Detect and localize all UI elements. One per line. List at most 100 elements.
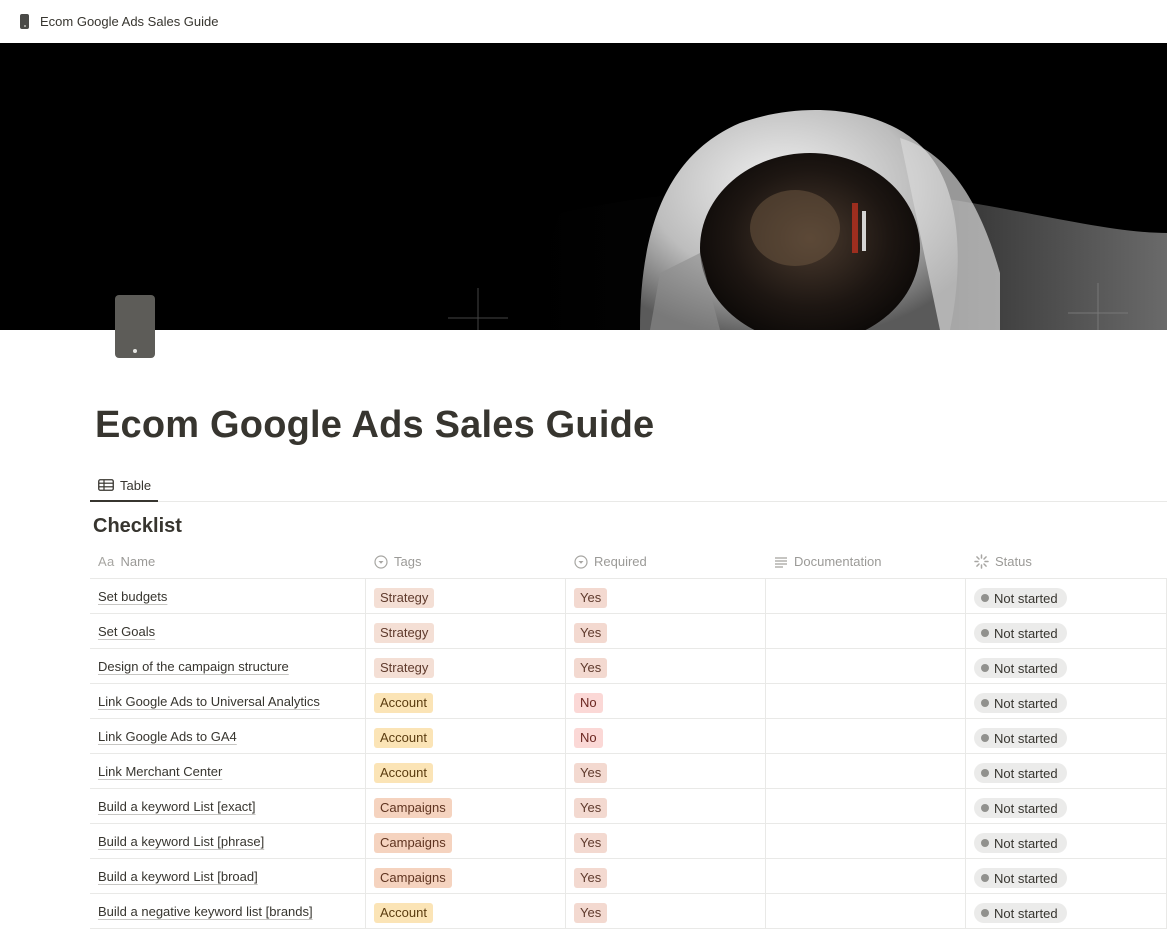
select-icon [574, 554, 588, 569]
cell-tags[interactable]: Account [366, 684, 566, 718]
cell-status[interactable]: Not started [966, 614, 1167, 648]
tag-pill: Strategy [374, 658, 435, 678]
cell-required[interactable]: Yes [566, 649, 766, 683]
cell-documentation[interactable] [766, 859, 966, 893]
table-row[interactable]: Link Google Ads to GA4 Account No Not start… [90, 719, 1167, 754]
cell-status[interactable]: Not started [966, 789, 1167, 823]
table-body: Set budgets Strategy Yes Not started Set Goa… [90, 579, 1167, 929]
cell-status[interactable]: Not started [966, 579, 1167, 613]
cell-documentation[interactable] [766, 894, 966, 928]
cell-tags[interactable]: Campaigns [366, 859, 566, 893]
cell-documentation[interactable] [766, 789, 966, 823]
row-name-link[interactable]: Link Merchant Center [98, 764, 222, 779]
cell-documentation[interactable] [766, 824, 966, 858]
breadcrumb-page-title[interactable]: Ecom Google Ads Sales Guide [40, 14, 219, 29]
cell-tags[interactable]: Campaigns [366, 824, 566, 858]
cell-documentation[interactable] [766, 649, 966, 683]
cell-required[interactable]: Yes [566, 859, 766, 893]
cell-status[interactable]: Not started [966, 754, 1167, 788]
cell-status[interactable]: Not started [966, 859, 1167, 893]
status-label: Not started [994, 905, 1058, 921]
cell-required[interactable]: No [566, 684, 766, 718]
cell-name[interactable]: Build a keyword List [phrase] [90, 824, 366, 858]
table-row[interactable]: Build a keyword List [broad] Campaigns Yes… [90, 859, 1167, 894]
tag-pill: Strategy [374, 588, 435, 608]
cell-tags[interactable]: Account [366, 894, 566, 928]
row-name-link[interactable]: Design of the campaign structure [98, 659, 289, 674]
row-name-link[interactable]: Set budgets [98, 589, 167, 604]
cell-name[interactable]: Link Google Ads to Universal Analytics [90, 684, 366, 718]
tab-table-view[interactable]: Table [90, 470, 158, 502]
cell-tags[interactable]: Strategy [366, 614, 566, 648]
cell-required[interactable]: Yes [566, 789, 766, 823]
cell-tags[interactable]: Campaigns [366, 789, 566, 823]
cell-documentation[interactable] [766, 579, 966, 613]
cell-documentation[interactable] [766, 614, 966, 648]
row-name-link[interactable]: Build a keyword List [exact] [98, 799, 256, 814]
status-label: Not started [994, 730, 1058, 746]
column-header-tags[interactable]: Tags [366, 545, 566, 578]
table-row[interactable]: Build a negative keyword list [brands] Ac… [90, 894, 1167, 929]
table-row[interactable]: Build a keyword List [exact] Campaigns Yes… [90, 789, 1167, 824]
tag-pill: Account [374, 728, 433, 748]
row-name-link[interactable]: Build a keyword List [broad] [98, 869, 258, 884]
cell-status[interactable]: Not started [966, 824, 1167, 858]
status-dot-icon [981, 629, 989, 637]
row-name-link[interactable]: Link Google Ads to GA4 [98, 729, 237, 744]
status-badge: Not started [974, 903, 1067, 923]
tag-pill: Campaigns [374, 798, 452, 818]
cell-tags[interactable]: Strategy [366, 579, 566, 613]
row-name-link[interactable]: Build a negative keyword list [brands] [98, 904, 313, 919]
database-title[interactable]: Checklist [93, 515, 182, 538]
cell-status[interactable]: Not started [966, 649, 1167, 683]
column-header-required[interactable]: Required [566, 545, 766, 578]
cover-image[interactable] [0, 43, 1167, 330]
cell-name[interactable]: Build a keyword List [exact] [90, 789, 366, 823]
cell-documentation[interactable] [766, 719, 966, 753]
required-pill: Yes [574, 763, 608, 783]
status-dot-icon [981, 839, 989, 847]
cell-documentation[interactable] [766, 754, 966, 788]
cell-tags[interactable]: Strategy [366, 649, 566, 683]
cell-status[interactable]: Not started [966, 719, 1167, 753]
table-row[interactable]: Link Google Ads to Universal Analytics Ac… [90, 684, 1167, 719]
row-name-link[interactable]: Link Google Ads to Universal Analytics [98, 694, 320, 709]
cell-name[interactable]: Build a negative keyword list [brands] [90, 894, 366, 928]
required-pill: Yes [574, 868, 608, 888]
cell-name[interactable]: Build a keyword List [broad] [90, 859, 366, 893]
cell-required[interactable]: Yes [566, 894, 766, 928]
row-name-link[interactable]: Build a keyword List [phrase] [98, 834, 264, 849]
cell-required[interactable]: Yes [566, 754, 766, 788]
cell-required[interactable]: Yes [566, 824, 766, 858]
cell-status[interactable]: Not started [966, 684, 1167, 718]
cell-tags[interactable]: Account [366, 754, 566, 788]
status-label: Not started [994, 695, 1058, 711]
cell-name[interactable]: Design of the campaign structure [90, 649, 366, 683]
cell-documentation[interactable] [766, 684, 966, 718]
table-row[interactable]: Build a keyword List [phrase] Campaigns Ye… [90, 824, 1167, 859]
column-header-status[interactable]: Status [966, 545, 1167, 578]
cell-required[interactable]: Yes [566, 579, 766, 613]
cell-required[interactable]: No [566, 719, 766, 753]
required-pill: Yes [574, 833, 608, 853]
table-row[interactable]: Set budgets Strategy Yes Not started [90, 579, 1167, 614]
cell-name[interactable]: Link Merchant Center [90, 754, 366, 788]
page-title[interactable]: Ecom Google Ads Sales Guide [95, 404, 654, 447]
cell-status[interactable]: Not started [966, 894, 1167, 928]
table-row[interactable]: Link Merchant Center Account Yes Not starte… [90, 754, 1167, 789]
status-badge: Not started [974, 693, 1067, 713]
column-header-name[interactable]: Aa Name [90, 545, 366, 578]
cell-name[interactable]: Set Goals [90, 614, 366, 648]
required-pill: Yes [574, 623, 608, 643]
status-badge: Not started [974, 658, 1067, 678]
cell-name[interactable]: Set budgets [90, 579, 366, 613]
cell-name[interactable]: Link Google Ads to GA4 [90, 719, 366, 753]
page-icon-mobile-phone[interactable] [115, 295, 155, 358]
table-row[interactable]: Set Goals Strategy Yes Not started [90, 614, 1167, 649]
cell-required[interactable]: Yes [566, 614, 766, 648]
cell-tags[interactable]: Account [366, 719, 566, 753]
table-row[interactable]: Design of the campaign structure Strategy… [90, 649, 1167, 684]
required-pill: Yes [574, 588, 608, 608]
row-name-link[interactable]: Set Goals [98, 624, 155, 639]
column-header-documentation[interactable]: Documentation [766, 545, 966, 578]
